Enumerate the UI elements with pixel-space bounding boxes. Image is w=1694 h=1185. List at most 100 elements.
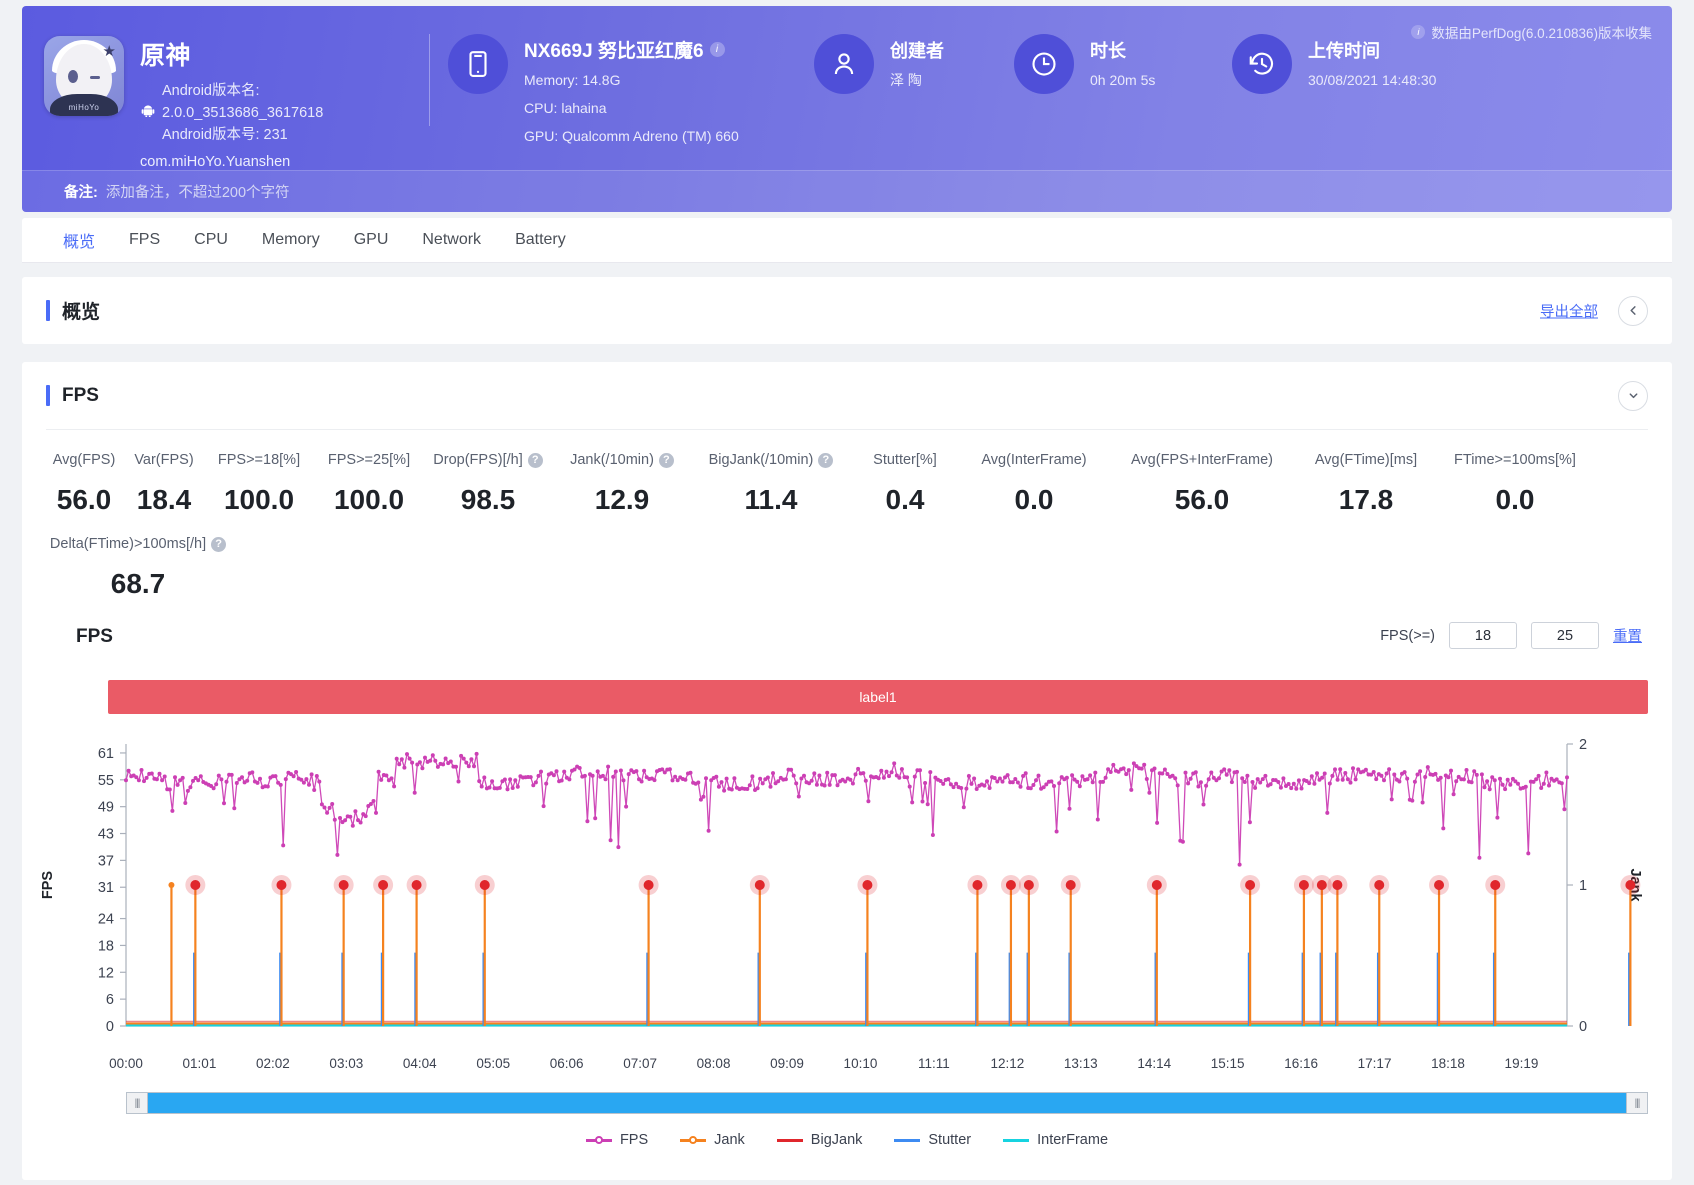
metric-label-text: Stutter[%] — [873, 452, 937, 468]
legend-swatch-icon — [680, 1133, 707, 1147]
tab-Network[interactable]: Network — [405, 218, 498, 263]
info-icon: i — [1411, 25, 1426, 39]
remark-placeholder[interactable]: 添加备注，不超过200个字符 — [106, 181, 290, 202]
legend-swatch-icon — [585, 1133, 612, 1147]
export-all-link[interactable]: 导出全部 — [1540, 300, 1598, 321]
creator-info-block: 创建者 泽 陶 — [814, 6, 1014, 94]
metric-label: Stutter[%] — [850, 452, 960, 468]
overview-accent-bar — [46, 300, 50, 321]
scrollbar-handle-left[interactable]: ||| — [126, 1092, 148, 1114]
tab-FPS[interactable]: FPS — [112, 218, 177, 263]
tab-Battery[interactable]: Battery — [498, 218, 583, 263]
x-axis-tick: 08:08 — [696, 1056, 731, 1071]
fps-chart-header: FPS FPS(>=) 重置 — [46, 622, 1648, 672]
fps-threshold-controls: FPS(>=) 重置 — [1380, 622, 1642, 649]
android-icon — [141, 105, 155, 117]
creator-value: 泽 陶 — [890, 72, 922, 88]
collapse-overview-button[interactable] — [1618, 295, 1648, 326]
clock-icon — [1032, 52, 1056, 76]
tab-概览[interactable]: 概览 — [46, 218, 112, 263]
scrollbar-handle-right[interactable]: ||| — [1626, 1092, 1648, 1114]
x-axis-tick: 04:04 — [402, 1056, 437, 1071]
svg-text:2: 2 — [1579, 737, 1587, 753]
overview-title: 概览 — [62, 302, 101, 323]
metric-avg-fps-: Avg(FPS) 56.0 — [44, 452, 124, 516]
fps-threshold-low-input[interactable] — [1449, 622, 1517, 649]
tab-Memory[interactable]: Memory — [245, 218, 337, 263]
history-icon — [1249, 52, 1274, 75]
main-tabbar[interactable]: 概览 FPS CPU Memory GPU Network Battery — [22, 218, 1672, 263]
metric-value: 0.0 — [1495, 484, 1535, 515]
metric-label-text: FTime>=100ms[%] — [1454, 452, 1576, 468]
duration-value: 0h 20m 5s — [1090, 72, 1156, 88]
reset-thresholds-link[interactable]: 重置 — [1613, 625, 1642, 646]
remark-label: 备注: — [64, 185, 98, 201]
fps-threshold-high-input[interactable] — [1531, 622, 1599, 649]
timeline-scrollbar[interactable]: ||| ||| — [126, 1092, 1648, 1114]
chevron-left-icon — [1629, 306, 1636, 315]
device-info-block: NX669J 努比亚红魔6 i Memory: 14.8G CPU: lahai… — [448, 6, 808, 147]
legend-item-jank[interactable]: Jank — [680, 1132, 745, 1148]
creator-circle — [814, 34, 874, 94]
svg-text:31: 31 — [98, 880, 114, 896]
x-axis-tick: 13:13 — [1063, 1056, 1098, 1071]
svg-text:49: 49 — [98, 800, 114, 816]
svg-text:1: 1 — [1579, 878, 1587, 894]
svg-text:6: 6 — [106, 992, 114, 1008]
perfdog-report-page: ★ miHoYo 原神 Android版本名: 2.0.0_3513686_36… — [0, 0, 1694, 1185]
tab-GPU[interactable]: GPU — [337, 218, 406, 263]
metric-delta-ftime-100ms-h-: Delta(FTime)>100ms[/h]? 68.7 — [44, 536, 232, 600]
metric-label: FPS>=25[%] — [314, 452, 424, 468]
metric-label-text: FPS>=25[%] — [327, 452, 411, 468]
legend-item-interframe[interactable]: InterFrame — [1003, 1132, 1108, 1148]
x-axis-tick: 19:19 — [1504, 1056, 1539, 1071]
app-icon-caption: miHoYo — [68, 103, 100, 112]
report-header: ★ miHoYo 原神 Android版本名: 2.0.0_3513686_36… — [22, 6, 1672, 212]
label-banner[interactable]: label1 — [108, 680, 1648, 714]
svg-text:55: 55 — [98, 773, 114, 789]
device-title: NX669J 努比亚红魔6 i — [524, 36, 739, 63]
x-axis-tick: 17:17 — [1357, 1056, 1392, 1071]
svg-text:61: 61 — [98, 746, 114, 762]
svg-text:12: 12 — [98, 965, 114, 981]
legend-item-bigjank[interactable]: BigJank — [776, 1132, 862, 1148]
metric-label-text: Avg(FPS+InterFrame) — [1131, 452, 1273, 468]
metric-ftime-100ms-: FTime>=100ms[%] 0.0 — [1436, 452, 1594, 516]
metric-fps-25-: FPS>=25[%] 100.0 — [314, 452, 424, 516]
legend-item-stutter[interactable]: Stutter — [894, 1132, 971, 1148]
fps-plot-svg[interactable]: 61554943373124181260FPS012Jank — [22, 726, 1672, 1056]
metric-value: 98.5 — [460, 484, 516, 515]
svg-text:43: 43 — [98, 827, 114, 843]
fps-plot[interactable]: 61554943373124181260FPS012Jank — [22, 726, 1672, 1056]
metric-value: 100.0 — [223, 484, 295, 515]
metric-avg-fps-interframe-: Avg(FPS+InterFrame) 56.0 — [1108, 452, 1296, 516]
metric-value: 56.0 — [56, 484, 112, 515]
help-icon[interactable]: ? — [658, 452, 674, 468]
help-icon[interactable]: ? — [527, 452, 543, 468]
device-cpu: CPU: lahaina — [524, 100, 607, 116]
device-info-icon[interactable]: i — [709, 42, 725, 57]
fps-accent-bar — [46, 385, 50, 406]
help-icon[interactable]: ? — [211, 536, 227, 552]
metric-label: BigJank(/10min)? — [692, 452, 850, 468]
metric-label-text: Avg(FPS) — [52, 452, 116, 468]
fps-x-axis: 00:00 01:01 02:02 03:03 04:04 05:05 06:06 07:07… — [22, 1056, 1672, 1082]
metric-label: Delta(FTime)>100ms[/h]? — [44, 536, 232, 552]
android-version-name-label: Android版本名: — [162, 83, 260, 99]
chart-legend: FPS Jank BigJank Stutter InterFrame — [22, 1132, 1672, 1148]
remark-bar[interactable]: 备注: 添加备注，不超过200个字符 — [22, 170, 1672, 212]
x-axis-tick: 07:07 — [623, 1056, 658, 1071]
app-info-block: ★ miHoYo 原神 Android版本名: 2.0.0_3513686_36… — [22, 6, 430, 170]
x-axis-tick: 06:06 — [549, 1056, 584, 1071]
legend-swatch-icon — [1003, 1133, 1030, 1147]
legend-item-fps[interactable]: FPS — [585, 1132, 649, 1148]
legend-label: FPS — [619, 1132, 649, 1148]
x-axis-tick: 16:16 — [1284, 1056, 1319, 1071]
collapse-fps-button[interactable] — [1618, 380, 1648, 411]
tab-CPU[interactable]: CPU — [177, 218, 245, 263]
metric-value: 0.0 — [1014, 484, 1054, 515]
metric-label-text: Jank(/10min) — [570, 452, 654, 468]
metric-label: Var(FPS) — [124, 452, 204, 468]
help-icon[interactable]: ? — [818, 452, 834, 468]
device-circle — [448, 34, 508, 94]
